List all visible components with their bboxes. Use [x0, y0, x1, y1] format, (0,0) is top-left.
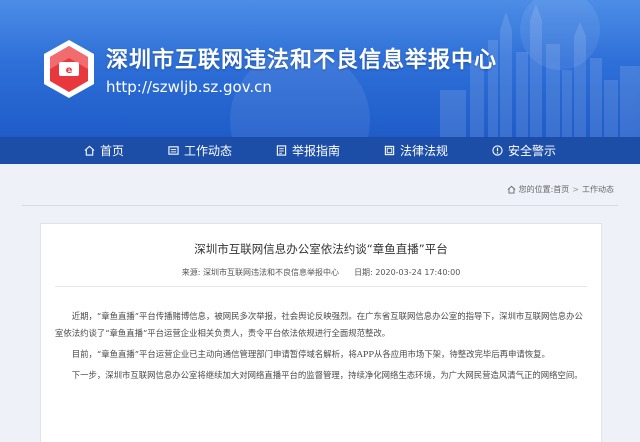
svg-text:e: e: [66, 65, 73, 76]
article-date: 2020-03-24 17:40:00: [375, 268, 461, 277]
article-title: 深圳市互联网信息办公室依法约谈“章鱼直播”平台: [194, 242, 448, 256]
breadcrumb-home[interactable]: 首页: [553, 184, 569, 195]
site-logo-icon: e: [44, 40, 94, 98]
article-meta: 来源: 深圳市互联网违法和不良信息举报中心 日期: 2020-03-24 17:…: [41, 267, 601, 278]
article-paragraph: 下一步，深圳市互联网信息办公室将继续加大对网络直播平台的监督管理，持续净化网络生…: [71, 370, 583, 380]
site-url[interactable]: http://szwljb.sz.gov.cn: [106, 78, 272, 96]
nav-item-report-guide[interactable]: 举报指南: [266, 137, 350, 164]
source-label: 来源:: [181, 268, 201, 277]
guide-icon: [276, 145, 287, 156]
nav-item-work-news[interactable]: 工作动态: [158, 137, 242, 164]
news-icon: [168, 146, 179, 155]
main-nav: 首页 工作动态 举报指南 法律法规 安全警示: [0, 137, 640, 164]
nav-label: 举报指南: [291, 144, 340, 158]
breadcrumb-current[interactable]: 工作动态: [582, 184, 614, 195]
breadcrumb-prefix: 您的位置:: [518, 185, 554, 194]
breadcrumb-separator: >: [572, 185, 579, 194]
nav-label: 首页: [99, 144, 124, 158]
site-header: e 深圳市互联网违法和不良信息举报中心 http://szwljb.sz.gov…: [0, 0, 640, 137]
nav-label: 法律法规: [400, 144, 449, 158]
breadcrumb: 您的位置: 首页 > 工作动态: [507, 184, 614, 195]
home-icon: [507, 185, 515, 194]
nav-item-security-warning[interactable]: 安全警示: [482, 137, 566, 164]
article-paragraph: 近期，“章鱼直播”平台传播赌博信息，被网民多次举报，社会舆论反映强烈。在广东省互…: [55, 311, 583, 338]
content-divider: [22, 205, 618, 206]
nav-label: 安全警示: [508, 144, 557, 158]
nav-item-laws[interactable]: 法律法规: [374, 137, 458, 164]
article-paragraph: 目前，“章鱼直播”平台运营企业已主动向通信管理部门申请暂停域名解析，将APP从各…: [71, 349, 550, 359]
date-label: 日期:: [354, 268, 373, 277]
article-card: 深圳市互联网信息办公室依法约谈“章鱼直播”平台 来源: 深圳市互联网违法和不良信…: [40, 223, 602, 442]
meta-divider: [55, 286, 587, 287]
warning-icon: [492, 145, 503, 156]
home-icon: [84, 145, 95, 156]
nav-item-home[interactable]: 首页: [74, 137, 134, 164]
law-icon: [384, 145, 395, 156]
article-source: 深圳市互联网违法和不良信息举报中心: [202, 268, 339, 277]
site-title: 深圳市互联网违法和不良信息举报中心: [106, 48, 498, 73]
nav-label: 工作动态: [183, 144, 232, 158]
